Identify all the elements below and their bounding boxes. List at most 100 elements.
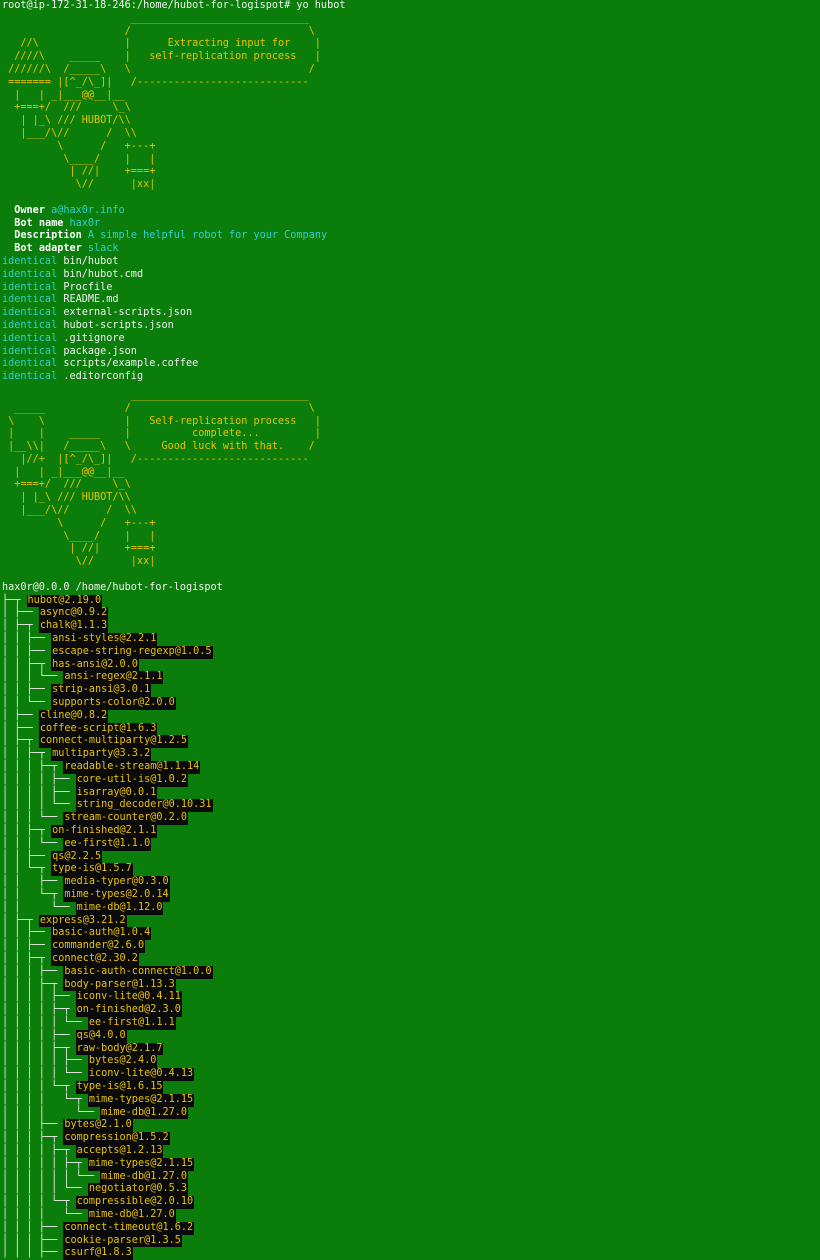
tree-branch: │ │ │ ├─┬: [2, 978, 64, 990]
banner-complete: _____________________________ _____ / \ …: [2, 390, 820, 569]
package-name: connect-timeout@1.6.2: [63, 1221, 195, 1235]
tree-branch: │ │ │ │ │ ├─┬: [2, 1157, 88, 1169]
file-status: identical: [2, 345, 58, 357]
tree-row: │ │ │ └── stream-counter@0.2.0: [2, 812, 820, 825]
tree-branch: │ │ └──: [2, 901, 76, 913]
tree-row: │ │ │ │ └── string_decoder@0.10.31: [2, 799, 820, 813]
file-row: identical Procfile: [2, 282, 820, 295]
package-name: isarray@0.0.1: [75, 786, 158, 800]
tree-branch: │ │ │ │ ├──: [2, 786, 76, 798]
tree-row: │ ├─┬ express@3.21.2: [2, 914, 820, 928]
tree-row: │ │ │ │ ├─┬ raw-body@2.1.7: [2, 1042, 820, 1056]
tree-branch: │ ├──: [2, 607, 39, 619]
tree-branch: │ │ │ │ ├──: [2, 1029, 76, 1041]
tree-row: │ │ │ │ ├── iconv-lite@0.4.11: [2, 991, 820, 1005]
tree-row: │ │ │ ├── cookie-parser@1.3.5: [2, 1234, 820, 1248]
tree-row: │ │ ├── escape-string-regexp@1.0.5: [2, 645, 820, 659]
tree-branch: │ │ ├──: [2, 850, 52, 862]
tree-branch: │ │ └─┬: [2, 863, 52, 875]
package-name: supports-color@2.0.0: [51, 697, 176, 710]
file-status: identical: [2, 358, 58, 370]
tree-branch: │ │ │ └──: [2, 812, 64, 824]
banner-extracting: _____________________________ / \ //\ | …: [2, 13, 820, 192]
ascii-art-hubot: _____________________________ _____ / \ …: [8, 389, 321, 568]
package-name: csurf@1.8.3: [63, 1247, 133, 1260]
package-name: coffee-script@1.6.3: [38, 722, 158, 736]
package-name: qs@2.2.5: [51, 850, 103, 864]
tree-row: │ │ └─┬ type-is@1.5.7: [2, 863, 820, 877]
tree-branch: │ ├─┬: [2, 914, 39, 926]
tree-branch: │ │ │ └──: [2, 837, 64, 849]
file-path: scripts/example.coffee: [63, 358, 199, 370]
tree-row: │ │ ├── ansi-styles@2.2.1: [2, 633, 820, 646]
description-label: Description: [14, 230, 82, 242]
tree-row: │ │ │ ├─┬ body-parser@1.13.3: [2, 978, 820, 992]
file-status: identical: [2, 307, 58, 319]
bot-name-line: Bot name hax0r: [2, 218, 820, 231]
tree-branch: │ │ └──: [2, 697, 52, 709]
tree-row: │ │ └── mime-db@1.12.0: [2, 901, 820, 915]
tree-branch: │ │ ├──: [2, 940, 52, 952]
ascii-art-hubot: _____________________________ / \ //\ | …: [8, 12, 321, 191]
tree-branch: │ │ │ │ │ │ └──: [2, 1170, 101, 1182]
package-name: compressible@2.0.10: [75, 1196, 195, 1209]
package-name: connect-multiparty@1.2.5: [38, 735, 189, 749]
file-path: Procfile: [63, 281, 113, 293]
npm-tree-root: hax0r@0.0.0 /home/hubot-for-logispot: [2, 581, 223, 593]
tree-branch: │ │ ├──: [2, 927, 52, 939]
file-row: identical bin/hubot.cmd: [2, 269, 820, 282]
package-name: raw-body@2.1.7: [75, 1042, 164, 1056]
package-name: ee-first@1.1.1: [87, 1016, 176, 1030]
tree-branch: │ │ │ │ └─┬: [2, 1196, 76, 1208]
package-name: stream-counter@0.2.0: [63, 812, 189, 825]
tree-branch: │ │ │ │ ├─┬: [2, 1042, 76, 1054]
package-name: type-is@1.5.7: [51, 863, 133, 877]
package-name: escape-string-regexp@1.0.5: [51, 645, 213, 659]
package-name: hubot@2.19.0: [26, 594, 103, 608]
tree-row: ├─┬ hubot@2.19.0: [2, 594, 820, 608]
package-name: mime-types@2.1.15: [87, 1093, 195, 1107]
tree-branch: │ │ │ │ └─┬: [2, 1080, 76, 1092]
tree-branch: │ │ │ │ └──: [2, 799, 76, 811]
tree-row: │ │ │ │ │ ├── bytes@2.4.0: [2, 1055, 820, 1069]
package-name: async@0.9.2: [38, 607, 109, 621]
terminal-window[interactable]: root@ip-172-31-18-246:/home/hubot-for-lo…: [0, 0, 820, 1260]
tree-row: │ │ │ ├── csurf@1.8.3: [2, 1247, 820, 1260]
package-name: express@3.21.2: [38, 914, 127, 928]
tree-branch: │ ├─┬: [2, 735, 39, 747]
package-name: connect@2.30.2: [51, 952, 139, 966]
file-row: identical .gitignore: [2, 333, 820, 346]
file-row: identical hubot-scripts.json: [2, 320, 820, 333]
tree-row: │ ├── coffee-script@1.6.3: [2, 722, 820, 736]
file-path: .editorconfig: [63, 371, 144, 383]
package-name: basic-auth-connect@1.0.0: [63, 965, 213, 979]
package-name: bytes@2.4.0: [87, 1055, 158, 1069]
tree-branch: │ │ │ │ ├──: [2, 991, 76, 1003]
tree-branch: │ │ ├─┬: [2, 952, 52, 964]
tree-row: │ ├── async@0.9.2: [2, 607, 820, 621]
tree-row: │ │ │ │ └─┬ mime-types@2.1.15: [2, 1093, 820, 1107]
package-name: bytes@2.1.0: [63, 1119, 133, 1133]
file-row: identical external-scripts.json: [2, 307, 820, 320]
bot-name-label: Bot name: [14, 217, 64, 229]
package-name: negotiator@0.5.3: [87, 1183, 189, 1197]
package-name: compression@1.5.2: [63, 1132, 170, 1145]
tree-row: │ │ │ ├── basic-auth-connect@1.0.0: [2, 965, 820, 979]
tree-branch: │ │ │ │ ├─┬: [2, 1004, 76, 1016]
tree-branch: │ │ │ │ │ └──: [2, 1068, 88, 1080]
description-line: Description A simple helpful robot for y…: [2, 230, 820, 243]
file-path: .gitignore: [63, 332, 125, 344]
file-path: hubot-scripts.json: [63, 319, 174, 331]
tree-row: │ │ │ ├── bytes@2.1.0: [2, 1119, 820, 1133]
tree-branch: │ │ │ │ └─┬: [2, 1093, 88, 1105]
tree-row: │ │ │ ├─┬ compression@1.5.2: [2, 1132, 820, 1145]
package-name: basic-auth@1.0.4: [51, 927, 152, 941]
package-name: on-finished@2.3.0: [75, 1004, 182, 1017]
package-name: has-ansi@2.0.0: [51, 658, 139, 672]
tree-row: │ │ ├── media-typer@0.3.0: [2, 876, 820, 889]
tree-row: │ │ │ ├── connect-timeout@1.6.2: [2, 1221, 820, 1235]
tree-branch: │ │ │ ├──: [2, 1221, 64, 1233]
npm-dependency-tree: ├─┬ hubot@2.19.0 │ ├── async@0.9.2 │ ├─┬ c…: [2, 594, 820, 1260]
file-path: external-scripts.json: [63, 307, 193, 319]
tree-row: │ │ │ │ │ │ └── mime-db@1.27.0: [2, 1170, 820, 1184]
